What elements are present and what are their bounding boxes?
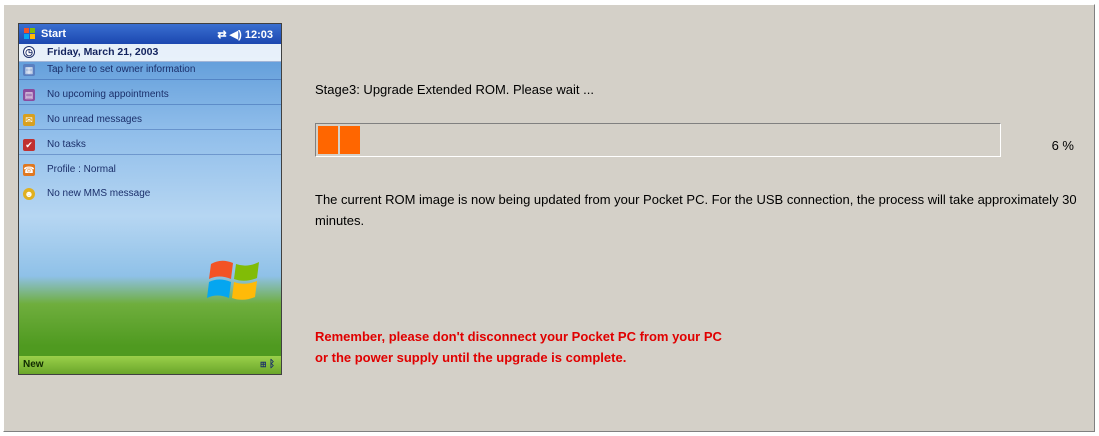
ppc-today-item: ✉ No unread messages bbox=[19, 112, 281, 130]
warning-message: Remember, please don't disconnect your P… bbox=[315, 326, 1015, 368]
progress-segment bbox=[340, 126, 360, 154]
ppc-today-item: ▤ No upcoming appointments bbox=[19, 87, 281, 105]
progress-percent: 6 % bbox=[1051, 138, 1074, 153]
volume-icon: ◀) bbox=[229, 29, 242, 41]
tasks-icon: ✔ bbox=[23, 139, 35, 151]
warning-line-1: Remember, please don't disconnect your P… bbox=[315, 329, 722, 344]
connectivity-icon: ⇄ bbox=[217, 29, 227, 41]
progress-fill bbox=[318, 126, 998, 154]
upgrade-window: Start ⇄ ◀) 12:03 ◷ Friday, March 21, 200… bbox=[3, 4, 1095, 432]
stage-text: Stage3: Upgrade Extended ROM. Please wai… bbox=[315, 82, 594, 97]
warning-line-2: or the power supply until the upgrade is… bbox=[315, 350, 627, 365]
ppc-today-item: ▦ Tap here to set owner information bbox=[19, 62, 281, 80]
network-icon: ⊞ bbox=[260, 359, 267, 370]
progress-segment bbox=[318, 126, 338, 154]
ppc-menu-bar: New ⊞ ᛒ bbox=[19, 356, 281, 374]
pocket-pc-screen: Start ⇄ ◀) 12:03 ◷ Friday, March 21, 200… bbox=[18, 23, 282, 375]
bluetooth-icon: ᛒ bbox=[269, 359, 275, 370]
ppc-date: Friday, March 21, 2003 bbox=[47, 46, 159, 58]
inbox-icon: ✉ bbox=[23, 114, 35, 126]
ppc-new-softkey: New bbox=[23, 359, 44, 370]
ppc-today-item: ☻ No new MMS message bbox=[23, 188, 151, 200]
clock-icon: ◷ bbox=[23, 46, 35, 58]
phone-icon: ☎ bbox=[23, 164, 35, 176]
ppc-today-item: ☎ Profile : Normal bbox=[23, 164, 116, 176]
ppc-today-item: ✔ No tasks bbox=[19, 137, 281, 155]
ppc-date-row: ◷ Friday, March 21, 2003 bbox=[19, 44, 281, 62]
progress-bar bbox=[315, 123, 1001, 157]
windows-flag-icon bbox=[24, 28, 35, 39]
ppc-title-bar: Start ⇄ ◀) 12:03 bbox=[19, 24, 281, 44]
windows-logo bbox=[207, 260, 259, 300]
ppc-time: 12:03 bbox=[244, 29, 273, 41]
ppc-tray: ⊞ ᛒ bbox=[260, 359, 275, 370]
calendar-icon: ▤ bbox=[23, 89, 35, 101]
update-description: The current ROM image is now being updat… bbox=[315, 192, 1077, 228]
ppc-status-area: ⇄ ◀) 12:03 bbox=[217, 28, 273, 41]
mms-icon: ☻ bbox=[23, 188, 35, 200]
owner-icon: ▦ bbox=[23, 64, 35, 76]
ppc-start-label: Start bbox=[41, 28, 67, 40]
